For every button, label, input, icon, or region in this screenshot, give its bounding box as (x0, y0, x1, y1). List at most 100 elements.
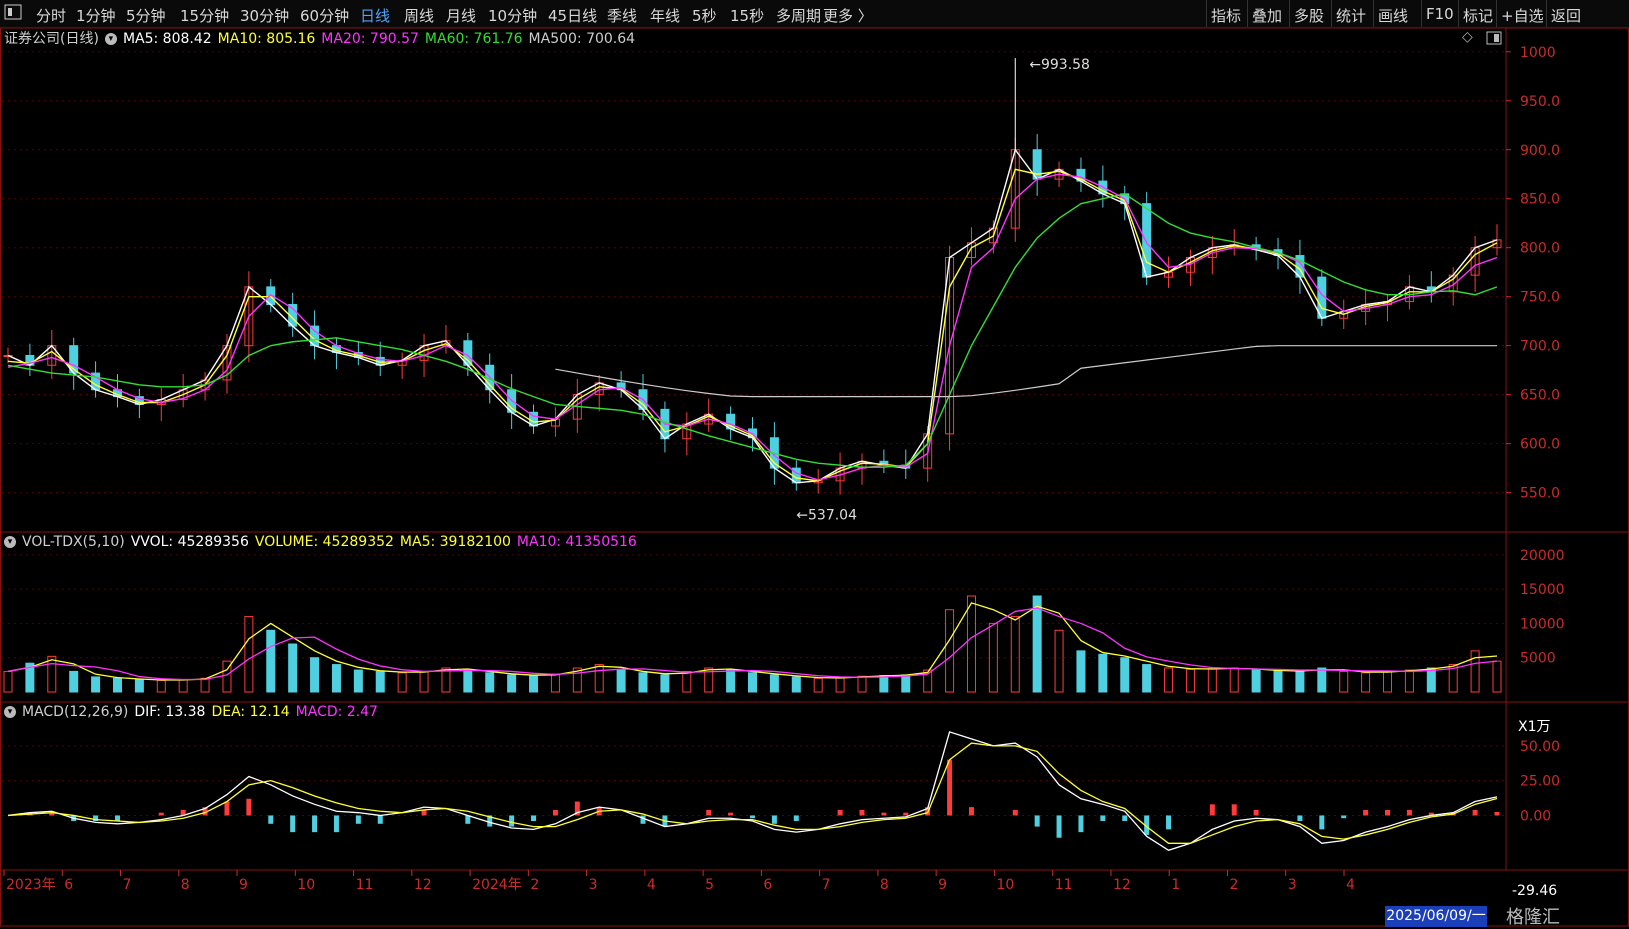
volume-bar (835, 677, 845, 693)
volume-bar (966, 595, 976, 693)
x-tick-label: 4 (1346, 877, 1355, 893)
price-tick-label: 750.0 (1520, 290, 1560, 306)
price-tick-label: 700.0 (1520, 339, 1560, 355)
volume-bar (660, 674, 670, 693)
volume-bar (1142, 664, 1152, 693)
volume-bar (3, 670, 13, 693)
volume-bar (726, 669, 736, 693)
volume-bar (638, 672, 648, 693)
price-tick-label: 950.0 (1520, 94, 1560, 110)
x-tick-label: 7 (822, 877, 831, 893)
x-tick-label: 11 (356, 877, 374, 893)
volume-bar (353, 669, 363, 693)
vol-tick-label: 10000 (1520, 616, 1565, 632)
volume-bar (857, 675, 867, 693)
x-tick-label: 2 (1229, 877, 1238, 893)
volume-bar (1207, 668, 1217, 693)
volume-bar (529, 675, 539, 693)
volume-bar (1164, 667, 1174, 693)
volume-bar (594, 664, 604, 693)
price-tick-label: 600.0 (1520, 437, 1560, 453)
volume-bar (769, 674, 779, 693)
x-tick-label: 7 (123, 877, 132, 893)
volume-bar (1383, 670, 1393, 693)
x-tick-label: 8 (880, 877, 889, 893)
volume-bar (310, 657, 320, 693)
chart-frame (0, 27, 1629, 927)
volume-bar (682, 670, 692, 693)
x-tick-label: 8 (181, 877, 190, 893)
ma-line-ma500 (555, 345, 1497, 398)
x-tick-label: 12 (414, 877, 432, 893)
x-tick-label: 11 (1055, 877, 1073, 893)
macd-tick-label: 50.00 (1520, 739, 1560, 755)
volume-bar (288, 643, 298, 693)
volume-bar (550, 673, 560, 693)
kline-chart[interactable]: 1000 950.0 900.0 850.0 800.0 750.0 700.0 650.0 6… (0, 0, 1629, 927)
vol-tick-label: 5000 (1520, 651, 1556, 667)
volume-bar (1251, 669, 1261, 693)
volume-bar (266, 629, 276, 693)
volume-bar (1098, 653, 1108, 693)
x-tick-label: 2023年 (6, 877, 56, 893)
x-tick-label: 2024年 (472, 877, 522, 893)
x-tick-label: 6 (763, 877, 772, 893)
x-tick-label: 1 (1171, 877, 1180, 893)
date-badge: 2025/06/09/一 (1385, 906, 1487, 927)
volume-bar (1185, 668, 1195, 693)
volume-bar (375, 670, 385, 693)
price-tick-label: 550.0 (1520, 486, 1560, 502)
volume-bar (1492, 660, 1502, 693)
volume-bar (485, 672, 495, 693)
dif-line (7, 731, 1498, 851)
vol-tick-label: 15000 (1520, 582, 1565, 598)
ma-line-ma20 (7, 173, 1498, 481)
x-tick-label: 9 (239, 877, 248, 893)
volume-bar (419, 670, 429, 693)
volume-bar (112, 677, 122, 693)
volume-bar (178, 679, 188, 693)
macd-tick-label: 25.00 (1520, 774, 1560, 790)
x-tick-label: 5 (705, 877, 714, 893)
volume-bar (69, 670, 79, 693)
volume-bar (1273, 670, 1283, 693)
low-label: ←537.04 (796, 507, 857, 523)
volume-bar (1404, 669, 1414, 693)
volume-bar (901, 674, 911, 693)
volume-bar (945, 609, 955, 693)
x-tick-label: 3 (1288, 877, 1297, 893)
volume-bar (1054, 629, 1064, 693)
volume-bar (879, 675, 889, 693)
macd-tick-label: 0.00 (1520, 808, 1551, 824)
volume-bar (244, 616, 254, 693)
volume-bar (200, 677, 210, 693)
volume-bar (1010, 616, 1020, 693)
watermark: 格隆汇 (1506, 907, 1560, 928)
volume-bar (91, 676, 101, 693)
dea-line (7, 742, 1498, 844)
x-tick-label: 9 (938, 877, 947, 893)
volume-bar (1032, 595, 1042, 693)
volume-bar (1361, 672, 1371, 693)
macd-min-label: -29.46 (1512, 883, 1558, 899)
high-label: ←993.58 (1029, 57, 1090, 73)
volume-bar (331, 664, 341, 693)
x-tick-label: 4 (647, 877, 656, 893)
price-tick-label: 800.0 (1520, 241, 1560, 257)
x-tick-label: 12 (1113, 877, 1131, 893)
volume-bar (134, 679, 144, 693)
volume-bar (1295, 670, 1305, 693)
vol-unit: X1万 (1518, 719, 1551, 735)
x-tick-label: 3 (589, 877, 598, 893)
volume-bar (813, 677, 823, 693)
volume-bar (463, 669, 473, 693)
price-tick-label: 1000 (1520, 45, 1556, 61)
volume-bar (1076, 650, 1086, 693)
price-tick-label: 650.0 (1520, 388, 1560, 404)
x-tick-label: 2 (530, 877, 539, 893)
volume-bar (1426, 667, 1436, 693)
volume-bar (1339, 670, 1349, 693)
x-tick-label: 10 (996, 877, 1014, 893)
price-tick-label: 850.0 (1520, 192, 1560, 208)
volume-bar (156, 679, 166, 693)
